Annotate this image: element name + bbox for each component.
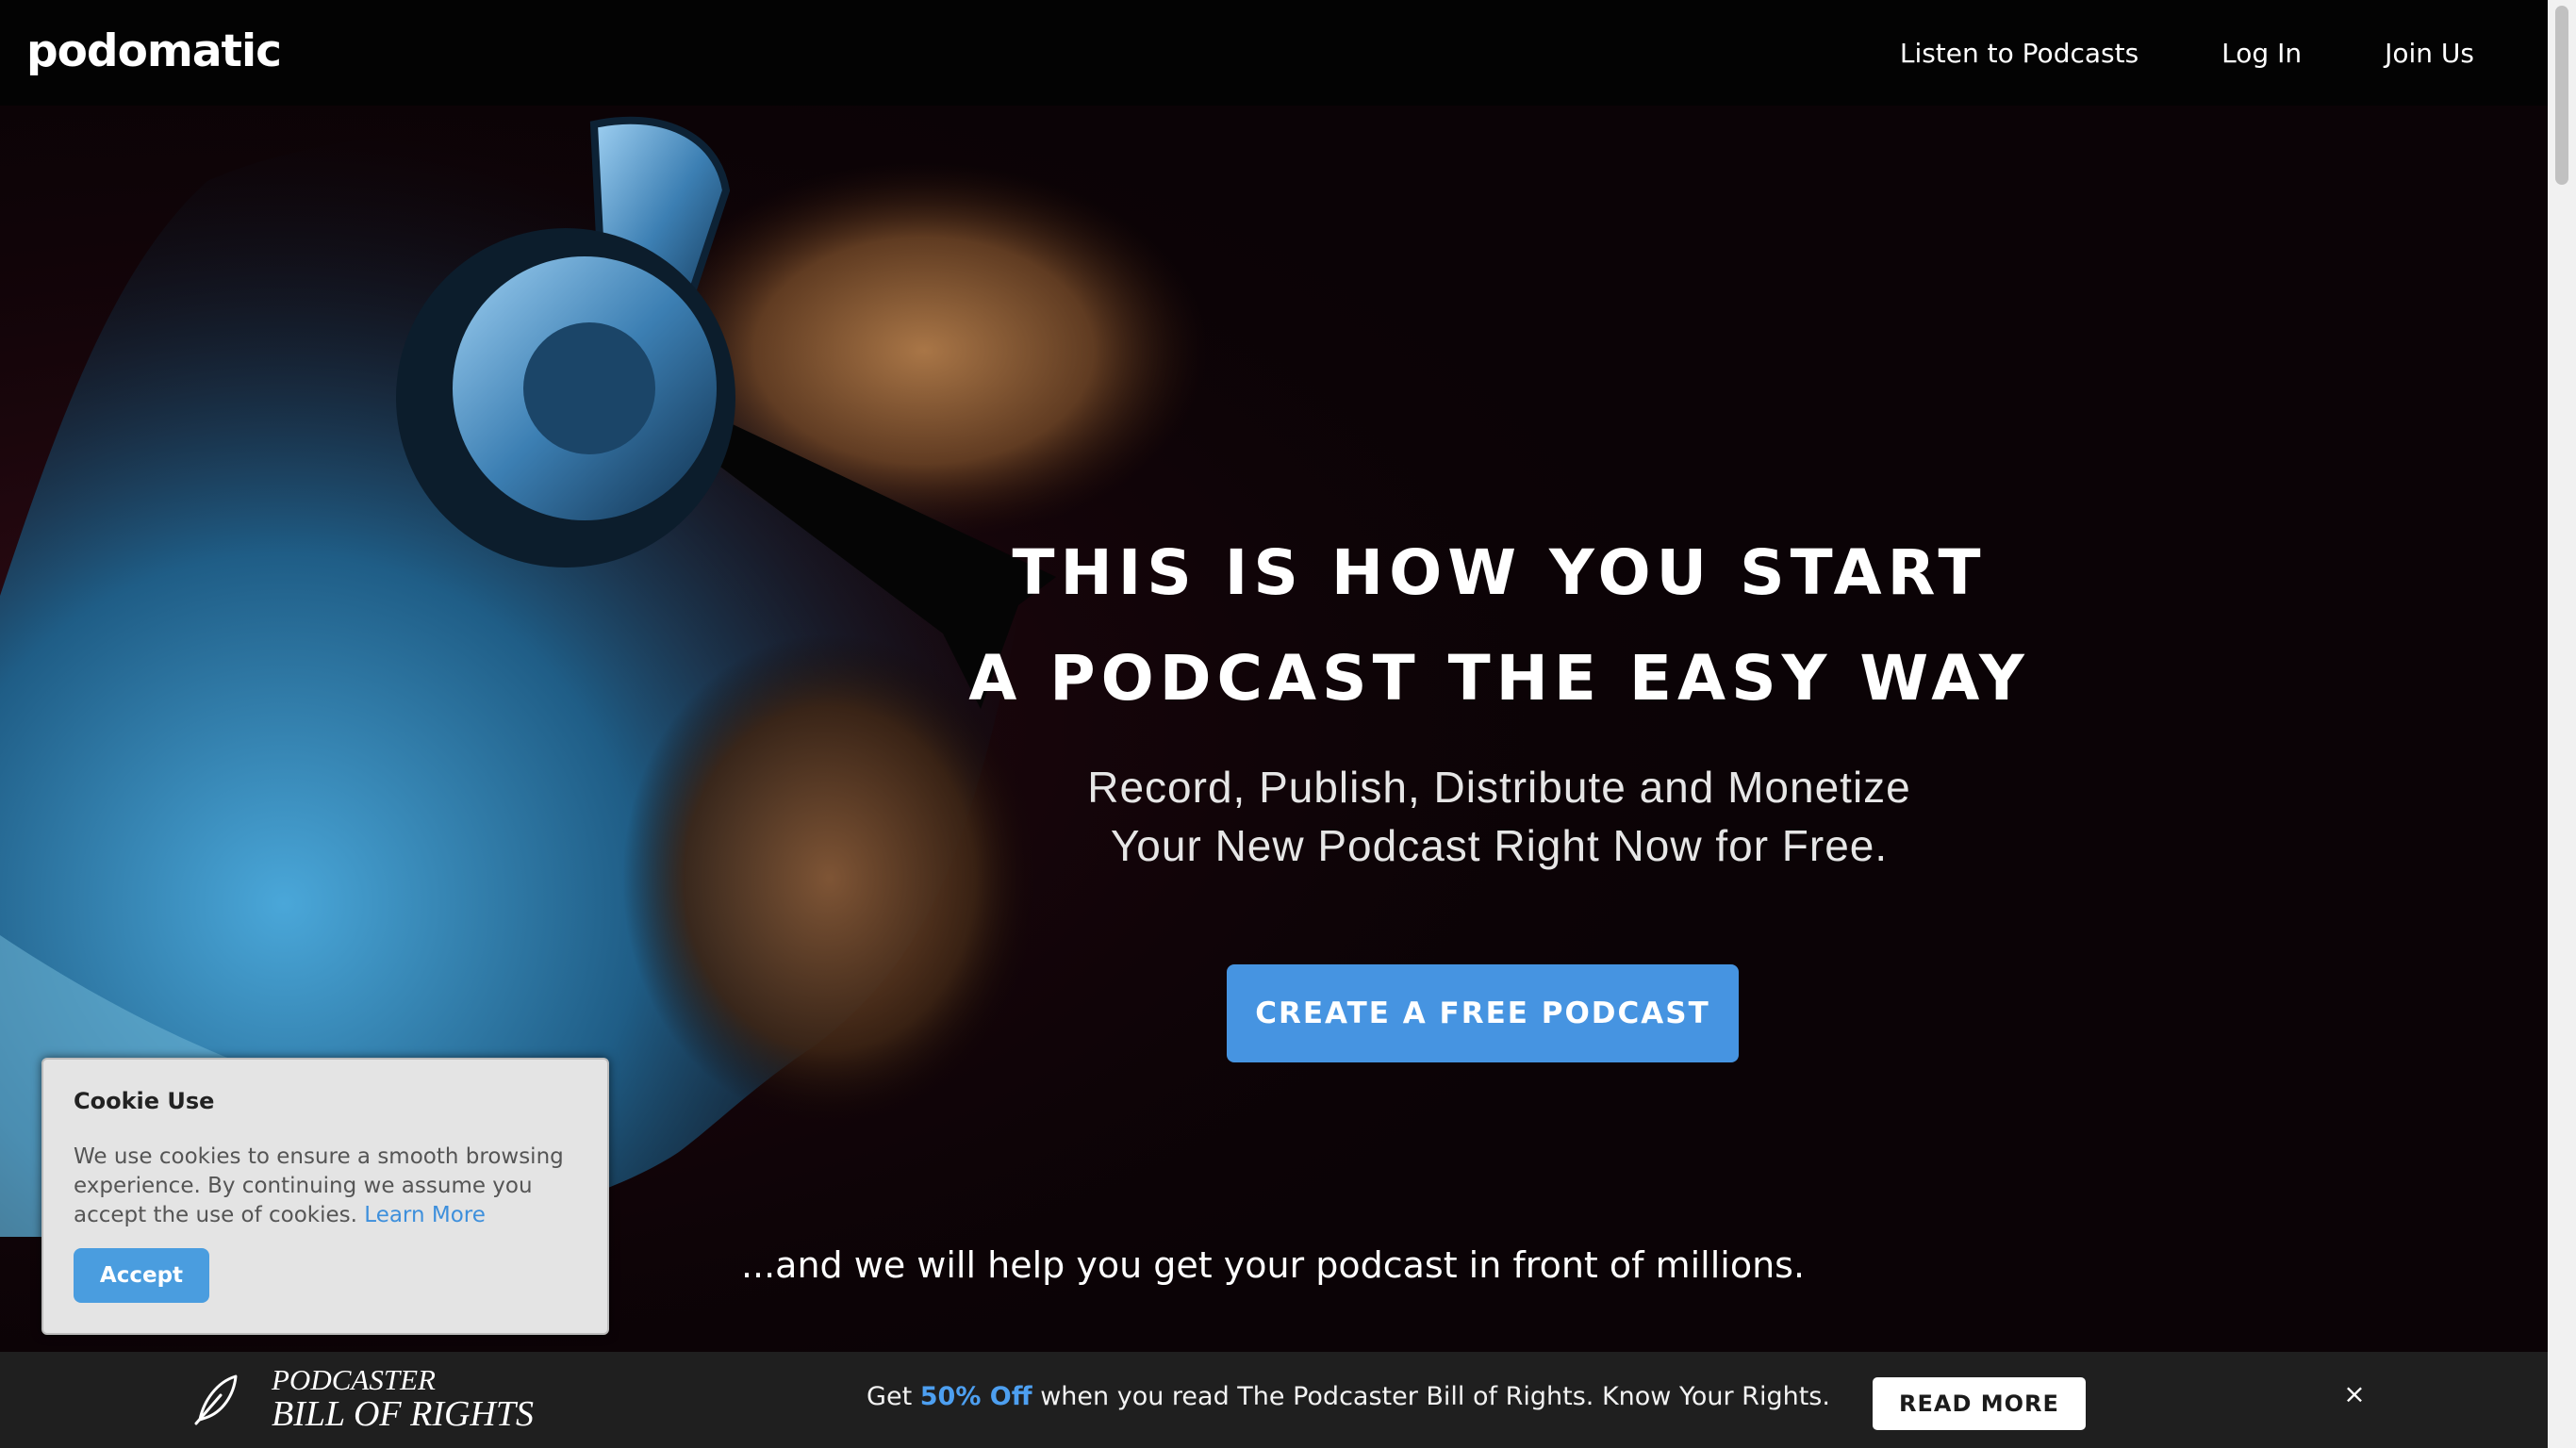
promo-brand-line-2: BILL OF RIGHTS bbox=[272, 1394, 534, 1434]
close-icon[interactable]: × bbox=[2340, 1380, 2369, 1408]
promo-discount-highlight: 50% Off bbox=[919, 1382, 1032, 1411]
cookie-title: Cookie Use bbox=[74, 1088, 215, 1114]
hero-title-line-2: A PODCAST THE EASY WAY bbox=[968, 642, 2030, 715]
page-scrollbar[interactable] bbox=[2548, 0, 2576, 1448]
promo-brand: PODCASTER BILL OF RIGHTS bbox=[272, 1365, 534, 1432]
read-more-button[interactable]: READ MORE bbox=[1873, 1377, 2086, 1430]
hero-subtitle-line-1: Record, Publish, Distribute and Monetize bbox=[1087, 763, 1911, 812]
create-free-podcast-button[interactable]: CREATE A FREE PODCAST bbox=[1227, 964, 1739, 1062]
promo-message-prefix: Get bbox=[867, 1382, 913, 1411]
feather-icon bbox=[194, 1374, 238, 1425]
scrollbar-thumb[interactable] bbox=[2555, 6, 2568, 185]
nav-links: Listen to Podcasts Log In Join Us bbox=[1900, 0, 2474, 106]
nav-listen-to-podcasts-link[interactable]: Listen to Podcasts bbox=[1900, 38, 2138, 69]
promo-banner: PODCASTER BILL OF RIGHTS Get 50% Off whe… bbox=[0, 1352, 2548, 1448]
hero-title: THIS IS HOW YOU START A PODCAST THE EASY… bbox=[943, 520, 2056, 732]
cookie-message: We use cookies to ensure a smooth browsi… bbox=[74, 1144, 564, 1227]
cookie-text: We use cookies to ensure a smooth browsi… bbox=[74, 1143, 583, 1230]
hero-title-line-1: THIS IS HOW YOU START bbox=[1012, 536, 1987, 609]
nav-join-us-link[interactable]: Join Us bbox=[2385, 38, 2474, 69]
podomatic-logo[interactable]: podomatic bbox=[26, 25, 282, 77]
hero-subtitle-line-2: Your New Podcast Right Now for Free. bbox=[1110, 821, 1889, 870]
hero-tagline: ...and we will help you get your podcast… bbox=[740, 1244, 1806, 1286]
top-navbar: podomatic Listen to Podcasts Log In Join… bbox=[0, 0, 2548, 106]
cookie-consent-card: Cookie Use We use cookies to ensure a sm… bbox=[41, 1058, 609, 1335]
promo-message-suffix: when you read The Podcaster Bill of Righ… bbox=[1040, 1382, 1830, 1411]
cookie-learn-more-link[interactable]: Learn More bbox=[364, 1203, 486, 1227]
cookie-accept-button[interactable]: Accept bbox=[74, 1248, 209, 1303]
logo-text: podomatic bbox=[26, 25, 282, 77]
promo-brand-line-1: PODCASTER bbox=[272, 1363, 436, 1396]
hero-subtitle: Record, Publish, Distribute and Monetize… bbox=[943, 758, 2056, 875]
promo-message: Get 50% Off when you read The Podcaster … bbox=[849, 1382, 1848, 1411]
nav-log-in-link[interactable]: Log In bbox=[2221, 38, 2302, 69]
